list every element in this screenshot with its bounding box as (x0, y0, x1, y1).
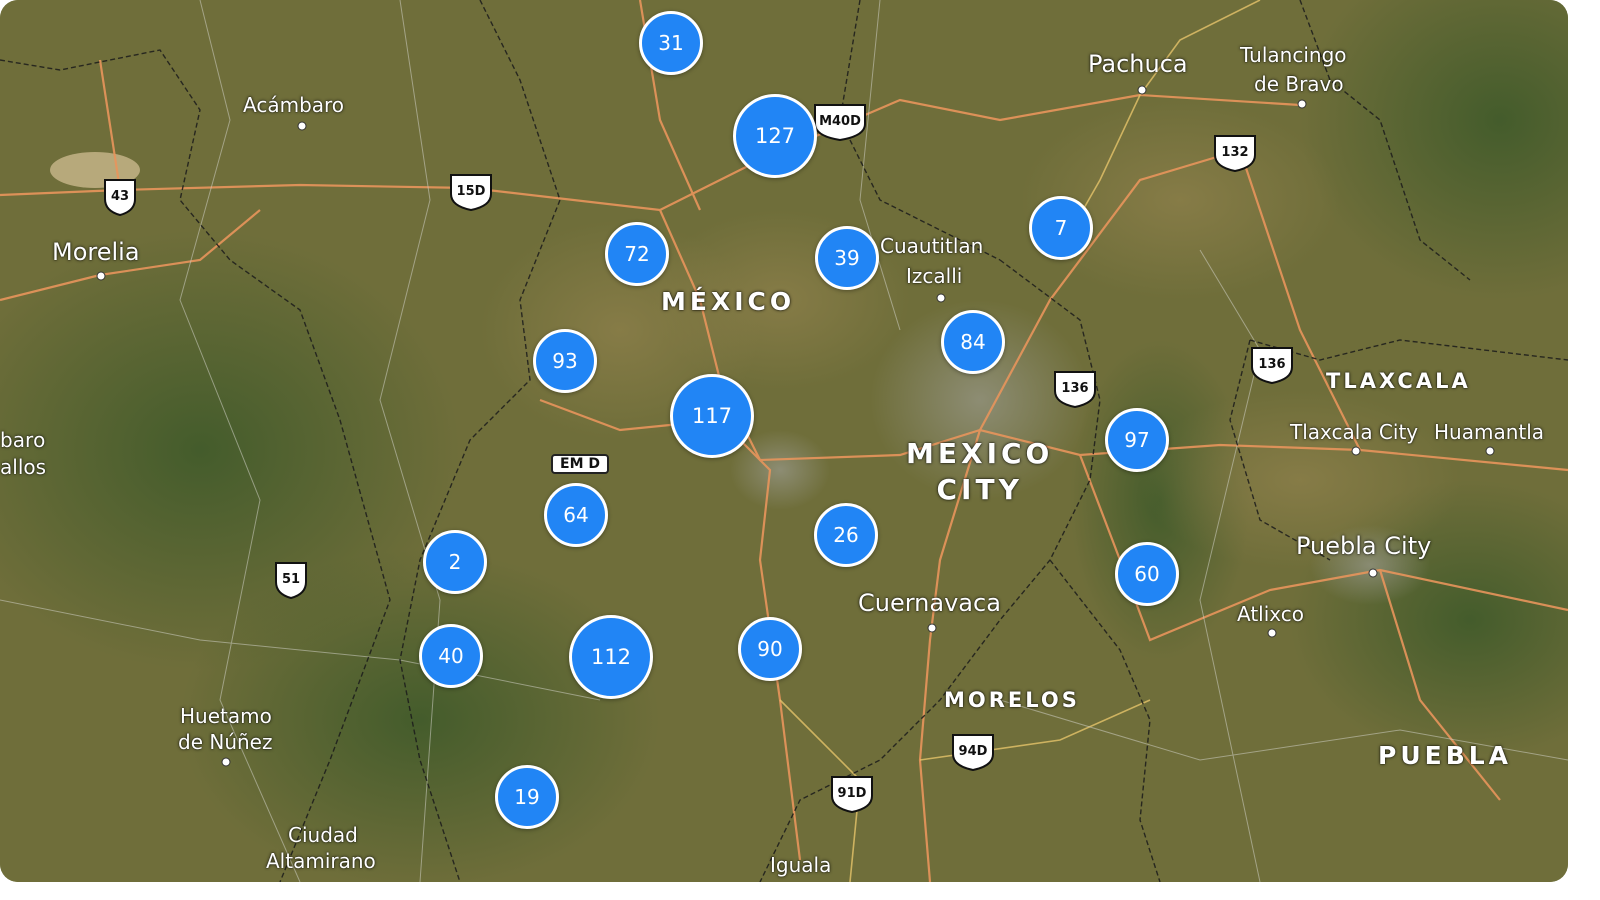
label-mexico-state: MÉXICO (661, 287, 796, 316)
cluster-marker[interactable]: 84 (941, 310, 1005, 374)
cluster-marker[interactable]: 60 (1115, 542, 1179, 606)
label-cuernavaca: Cuernavaca (858, 589, 1001, 617)
shield-136-west-label: 136 (1061, 381, 1089, 396)
cluster-marker[interactable]: 97 (1105, 408, 1169, 472)
shield-94d-label: 94D (958, 744, 988, 759)
huetamo-dot (221, 757, 231, 767)
shield-91d-label: 91D (837, 786, 867, 801)
label-cuautitlan-2: Izcalli (906, 264, 963, 288)
label-morelia: Morelia (52, 238, 140, 266)
label-mexico-city-line2: CITY (936, 473, 1023, 506)
puebla-dot (1368, 568, 1378, 578)
label-edge-left-2: allos (0, 455, 47, 479)
label-mexico-city: MEXICO CITY (906, 436, 1053, 508)
label-iguala: Iguala (770, 853, 832, 877)
tulancingo-dot (1297, 99, 1307, 109)
highway-shield-132: 132 (1212, 133, 1258, 173)
label-pachuca: Pachuca (1088, 50, 1188, 78)
cluster-marker[interactable]: 31 (639, 11, 703, 75)
label-tlaxcala-city: Tlaxcala City (1290, 420, 1419, 444)
map-view[interactable]: Pachuca Tulancingo de Bravo Acámbaro Mor… (0, 0, 1568, 882)
shield-43-label: 43 (110, 189, 130, 204)
label-huetamo-2: de Núñez (178, 730, 273, 754)
cuautitlan-dot (936, 293, 946, 303)
highway-shield-136-east: 136 (1249, 345, 1295, 385)
cluster-marker[interactable]: 112 (569, 615, 653, 699)
highway-shield-43: 43 (102, 177, 138, 217)
highway-shield-94d: 94D (950, 732, 996, 772)
shield-136-east-label: 136 (1258, 357, 1286, 372)
label-morelos-state: MORELOS (944, 688, 1080, 712)
cluster-marker[interactable]: 39 (815, 226, 879, 290)
huamantla-dot (1485, 446, 1495, 456)
cluster-marker[interactable]: 64 (544, 483, 608, 547)
cluster-marker[interactable]: 72 (605, 222, 669, 286)
label-tlaxcala-state: TLAXCALA (1326, 369, 1471, 393)
cluster-marker[interactable]: 26 (814, 503, 878, 567)
atlixco-dot (1267, 628, 1277, 638)
label-ciudad-altamirano-2: Altamirano (266, 849, 376, 873)
cluster-marker[interactable]: 93 (533, 329, 597, 393)
highway-shield-91d: 91D (829, 774, 875, 814)
morelia-dot (96, 271, 106, 281)
label-puebla-city: Puebla City (1296, 532, 1432, 560)
label-huetamo: Huetamo (180, 704, 272, 728)
shield-132-label: 132 (1221, 145, 1249, 160)
label-ciudad-altamirano: Ciudad (288, 823, 358, 847)
label-puebla-state: PUEBLA (1378, 741, 1513, 770)
acambaro-dot (297, 121, 307, 131)
cuernavaca-dot (927, 623, 937, 633)
route-badge-emd: EM D (551, 454, 609, 474)
pachuca-dot (1137, 85, 1147, 95)
highway-shield-15d: 15D (448, 172, 494, 212)
label-huamantla: Huamantla (1434, 420, 1545, 444)
cluster-marker[interactable]: 40 (419, 624, 483, 688)
tlaxcala-dot (1351, 446, 1361, 456)
cluster-marker[interactable]: 127 (733, 94, 817, 178)
cluster-marker[interactable]: 117 (670, 374, 754, 458)
highway-shield-m40d: M40D (812, 102, 868, 142)
cluster-marker[interactable]: 2 (423, 530, 487, 594)
shield-51-label: 51 (281, 572, 301, 587)
label-cuautitlan: Cuautitlan (880, 234, 984, 258)
cluster-marker[interactable]: 7 (1029, 196, 1093, 260)
shield-m40d-label: M40D (819, 114, 861, 129)
label-edge-left-1: barо (0, 428, 46, 452)
cluster-marker[interactable]: 19 (495, 765, 559, 829)
label-acambaro: Acámbaro (243, 93, 345, 117)
cluster-marker[interactable]: 90 (738, 617, 802, 681)
label-atlixco: Atlixco (1237, 602, 1305, 626)
label-mexico-city-line1: MEXICO (906, 437, 1054, 470)
highway-shield-136-west: 136 (1052, 369, 1098, 409)
highway-shield-51: 51 (273, 560, 309, 600)
label-tulancingo-2: de Bravo (1254, 72, 1344, 96)
label-tulancingo: Tulancingo (1240, 43, 1347, 67)
shield-15d-label: 15D (456, 184, 486, 199)
